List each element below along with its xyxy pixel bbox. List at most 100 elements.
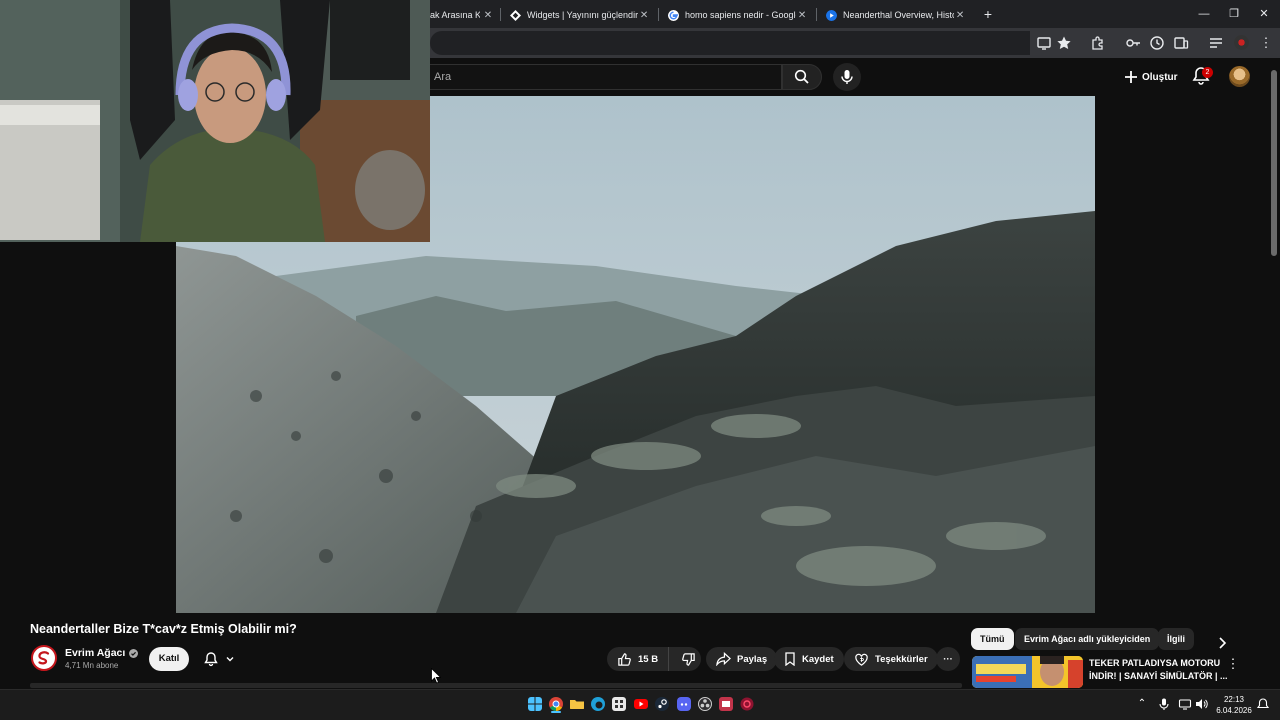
thumbs-down-icon <box>681 652 695 666</box>
tab-close-icon[interactable]: ✕ <box>796 10 808 21</box>
video-title: Neandertaller Bize T*cav*z Etmiş Olabili… <box>30 622 297 636</box>
recommended-video-title[interactable]: TEKER PATLADIYSA MOTORU İNDİR! | SANAYİ … <box>1089 657 1229 683</box>
tab-label: ak Arasına Ko <box>430 10 480 20</box>
recommendation-menu-icon[interactable]: ⋮ <box>1226 657 1240 673</box>
address-bar[interactable] <box>430 31 1030 55</box>
microphone-icon <box>841 70 853 84</box>
search-input[interactable]: Ara <box>430 64 782 90</box>
history-icon[interactable] <box>1148 34 1166 52</box>
chevron-down-icon <box>226 657 234 662</box>
subscriber-count: 4,71 Mn abone <box>65 661 119 670</box>
subscription-bell-button[interactable] <box>195 647 243 671</box>
streamer-webcam-image <box>0 0 430 242</box>
search-icon <box>794 69 809 84</box>
like-dislike-group: 15 B <box>607 647 701 671</box>
chevron-right-icon[interactable] <box>1216 636 1228 650</box>
tab-separator <box>658 8 659 21</box>
tray-overflow-chevron-icon[interactable]: ⌃ <box>1135 697 1149 711</box>
tray-microphone-icon[interactable] <box>1157 697 1171 711</box>
webcam-overlay <box>0 0 430 242</box>
save-button[interactable]: Kaydet <box>774 647 844 671</box>
profile-avatar-icon[interactable] <box>1234 35 1249 50</box>
tab-close-icon[interactable]: ✕ <box>482 10 494 21</box>
super-thanks-icon <box>855 653 868 666</box>
devices-icon[interactable] <box>1172 34 1190 52</box>
obs-icon[interactable] <box>698 697 712 711</box>
network-icon[interactable] <box>1178 697 1192 711</box>
save-label: Kaydet <box>802 653 834 665</box>
browser-tab[interactable]: Neanderthal Overview, History ✕ <box>818 4 974 26</box>
browser-tab[interactable]: Widgets | Yayınını güçlendirmek ✕ <box>502 4 658 26</box>
reading-list-icon[interactable] <box>1207 34 1225 52</box>
notification-center-icon[interactable] <box>1256 697 1270 711</box>
app-grid-icon[interactable] <box>612 697 626 711</box>
create-label: Oluştur <box>1142 71 1178 83</box>
thanks-label: Teşekkürler <box>875 653 928 665</box>
thanks-button[interactable]: Teşekkürler <box>844 647 938 671</box>
play-icon <box>826 9 837 21</box>
more-actions-button[interactable]: ··· <box>936 647 960 671</box>
volume-icon[interactable] <box>1194 697 1208 711</box>
youtube-app-icon[interactable] <box>634 697 648 711</box>
edge-icon[interactable] <box>591 697 605 711</box>
close-window-button[interactable]: ✕ <box>1255 5 1273 23</box>
windows-start-icon[interactable] <box>528 697 542 711</box>
extensions-icon[interactable] <box>1089 34 1107 52</box>
clock-date: 6.04.2026 <box>1216 706 1252 715</box>
search-button[interactable] <box>782 64 822 90</box>
cast-icon[interactable] <box>1035 34 1053 52</box>
channel-name-row[interactable]: Evrim Ağacı <box>65 647 139 659</box>
clock-time: 22:13 <box>1223 695 1245 704</box>
dislike-button[interactable] <box>675 647 701 671</box>
like-count: 15 B <box>638 653 659 665</box>
plus-icon <box>1125 71 1137 83</box>
tab-label: homo sapiens nedir - Google'da <box>685 10 796 20</box>
join-button[interactable]: Katıl <box>149 647 189 671</box>
description-box-edge[interactable] <box>30 683 962 688</box>
create-button[interactable]: Oluştur <box>1118 64 1184 90</box>
recorder-app-icon[interactable] <box>719 697 733 711</box>
red-circle-app-icon[interactable] <box>740 697 754 711</box>
channel-name[interactable]: Evrim Ağacı <box>65 647 125 659</box>
tab-separator <box>816 8 817 21</box>
password-key-icon[interactable] <box>1124 34 1142 52</box>
new-tab-button[interactable]: + <box>980 6 996 22</box>
voice-search-button[interactable] <box>833 63 861 91</box>
discord-icon[interactable] <box>677 697 691 711</box>
tab-label: Neanderthal Overview, History <box>843 10 955 20</box>
widget-diamond-icon <box>510 9 521 21</box>
browser-menu-icon[interactable]: ⋮ <box>1257 34 1275 52</box>
file-explorer-icon[interactable] <box>570 697 584 711</box>
taskbar-clock[interactable]: 22:13 6.04.2026 <box>1212 694 1256 716</box>
save-bookmark-icon <box>785 652 795 666</box>
bookmark-star-icon[interactable] <box>1055 34 1073 52</box>
chrome-icon[interactable] <box>549 697 563 711</box>
share-label: Paylaş <box>737 653 768 665</box>
steam-icon[interactable] <box>655 697 669 711</box>
browser-tab[interactable]: ak Arasına Ko ✕ <box>424 4 502 26</box>
active-app-indicator <box>551 711 561 713</box>
restore-button[interactable]: ❐ <box>1225 5 1243 23</box>
notification-count-badge: 2 <box>1202 67 1213 78</box>
like-button[interactable]: 15 B <box>607 647 670 671</box>
evrim-agaci-logo-icon <box>38 651 50 665</box>
recommended-video-thumbnail[interactable] <box>972 656 1083 688</box>
bell-icon <box>204 652 218 667</box>
mouse-cursor-icon <box>431 668 441 684</box>
minimize-button[interactable]: — <box>1195 5 1213 23</box>
channel-avatar[interactable] <box>31 645 57 671</box>
tab-close-icon[interactable]: ✕ <box>638 10 650 21</box>
share-arrow-icon <box>716 652 731 666</box>
share-button[interactable]: Paylaş <box>706 647 778 671</box>
filter-chip-channel[interactable]: Evrim Ağacı adlı yükleyiciden <box>1015 628 1160 650</box>
filter-chip-all[interactable]: Tümü <box>971 628 1014 650</box>
tab-close-icon[interactable]: ✕ <box>954 10 966 21</box>
account-avatar[interactable] <box>1229 66 1250 87</box>
tab-separator <box>500 8 501 21</box>
verified-badge-icon <box>129 648 139 658</box>
tab-label: Widgets | Yayınını güçlendirmek <box>527 10 639 20</box>
filter-chip-related[interactable]: İlgili <box>1158 628 1194 650</box>
google-icon <box>668 9 679 21</box>
browser-tab[interactable]: homo sapiens nedir - Google'da ✕ <box>660 4 816 26</box>
scrollbar-thumb[interactable] <box>1271 70 1277 256</box>
